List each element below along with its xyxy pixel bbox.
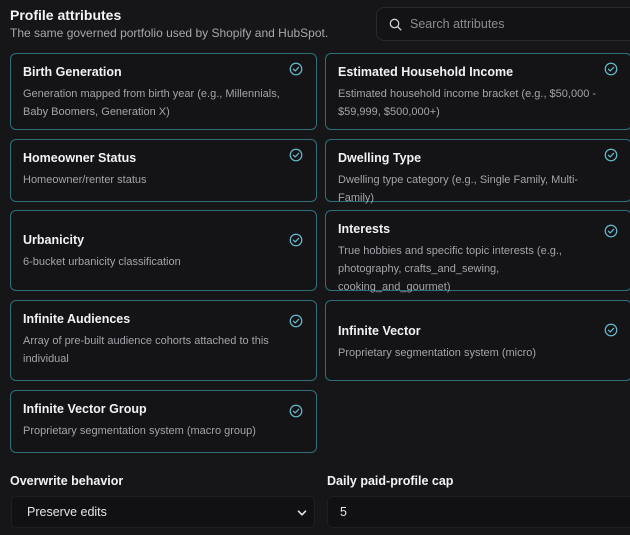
overwrite-behavior-value: Preserve edits [27, 505, 107, 519]
attribute-card-homeowner-status[interactable]: Homeowner Status Homeowner/renter status [10, 139, 317, 202]
attribute-title: Urbanicity [23, 233, 85, 247]
check-circle-icon [289, 148, 303, 162]
daily-cap-label: Daily paid-profile cap [327, 474, 454, 488]
overwrite-behavior-select[interactable]: Preserve edits [11, 496, 315, 528]
attribute-title: Homeowner Status [23, 151, 137, 165]
daily-cap-field[interactable] [327, 496, 630, 528]
attribute-card-urbanicity[interactable]: Urbanicity 6-bucket urbanicity classific… [10, 210, 317, 291]
daily-cap-input[interactable] [340, 505, 440, 519]
attribute-description: Proprietary segmentation system (macro g… [23, 425, 256, 437]
attribute-title: Infinite Audiences [23, 312, 131, 326]
profile-attributes-panel: Profile attributes The same governed por… [0, 0, 630, 535]
page-subtitle: The same governed portfolio used by Shop… [10, 26, 329, 40]
attribute-description: Proprietary segmentation system (micro) [338, 347, 537, 359]
check-circle-icon [289, 233, 303, 247]
overwrite-behavior-label: Overwrite behavior [10, 474, 124, 488]
attribute-card-household-income[interactable]: Estimated Household Income Estimated hou… [325, 53, 630, 130]
attribute-description: Generation mapped from birth year (e.g.,… [23, 88, 280, 118]
check-circle-icon [604, 62, 618, 76]
attribute-card-infinite-vector-group[interactable]: Infinite Vector Group Proprietary segmen… [10, 390, 317, 453]
search-input[interactable] [410, 17, 610, 31]
attribute-title: Interests [338, 222, 391, 236]
check-circle-icon [604, 323, 618, 337]
attribute-description: True hobbies and specific topic interest… [338, 245, 562, 293]
search-icon [389, 18, 402, 31]
attribute-card-birth-generation[interactable]: Birth Generation Generation mapped from … [10, 53, 317, 130]
page-title: Profile attributes [10, 7, 122, 23]
attribute-description: 6-bucket urbanicity classification [23, 256, 181, 268]
attribute-title: Dwelling Type [338, 151, 422, 165]
attribute-title: Birth Generation [23, 65, 122, 79]
check-circle-icon [289, 314, 303, 328]
attribute-card-infinite-vector[interactable]: Infinite Vector Proprietary segmentation… [325, 300, 630, 381]
attribute-title: Infinite Vector Group [23, 402, 147, 416]
attribute-card-interests[interactable]: Interests True hobbies and specific topi… [325, 210, 630, 293]
search-box[interactable] [376, 7, 630, 41]
check-circle-icon [604, 148, 618, 162]
attribute-description: Dwelling type category (e.g., Single Fam… [338, 174, 579, 204]
attribute-title: Estimated Household Income [338, 65, 514, 79]
attribute-title: Infinite Vector [338, 324, 421, 338]
check-circle-icon [289, 404, 303, 418]
attribute-card-infinite-audiences[interactable]: Infinite Audiences Array of pre-built au… [10, 300, 317, 381]
check-circle-icon [604, 224, 618, 238]
attribute-card-dwelling-type[interactable]: Dwelling Type Dwelling type category (e.… [325, 139, 630, 204]
attribute-description: Array of pre-built audience cohorts atta… [23, 335, 269, 365]
attribute-description: Estimated household income bracket (e.g.… [338, 88, 597, 118]
check-circle-icon [289, 62, 303, 76]
chevron-down-icon [297, 510, 307, 516]
attribute-description: Homeowner/renter status [23, 174, 147, 186]
